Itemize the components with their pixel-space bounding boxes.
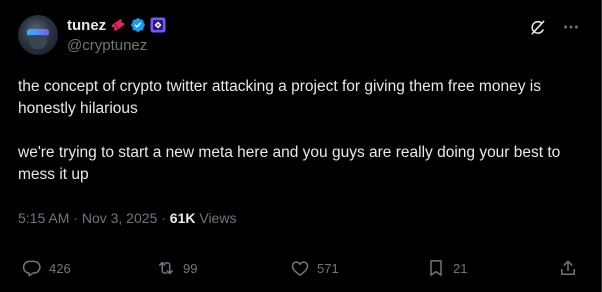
author-handle[interactable]: @cryptunez bbox=[67, 37, 147, 54]
like-count: 571 bbox=[317, 260, 339, 276]
tweet-date[interactable]: Nov 3, 2025 bbox=[82, 210, 158, 226]
affiliate-badge-icon[interactable] bbox=[150, 17, 166, 33]
tweet-text: the concept of crypto twitter attacking … bbox=[18, 76, 584, 186]
heart-icon bbox=[291, 261, 309, 276]
avatar-face bbox=[29, 35, 47, 49]
tweet-paragraph: we're trying to start a new meta here an… bbox=[18, 144, 561, 183]
bookmark-button[interactable]: 21 bbox=[426, 258, 467, 278]
views-count: 61K bbox=[169, 210, 196, 226]
tweet-top-actions bbox=[527, 17, 581, 37]
author-name-row: tunez bbox=[67, 15, 166, 35]
repost-icon bbox=[159, 261, 173, 275]
like-button[interactable]: 571 bbox=[290, 258, 339, 278]
tweet-card: tunez @cryptunez the concept of crypto t… bbox=[0, 0, 602, 292]
bookmark-icon bbox=[430, 260, 442, 276]
author-display-name[interactable]: tunez bbox=[67, 17, 106, 34]
meta-separator: · bbox=[69, 210, 82, 226]
meta-separator: · bbox=[157, 210, 170, 226]
share-button[interactable] bbox=[558, 258, 578, 278]
tweet-time[interactable]: 5:15 AM bbox=[18, 210, 69, 226]
avatar[interactable] bbox=[18, 15, 58, 55]
bookmark-count: 21 bbox=[453, 260, 468, 276]
tweet-actions-bar: 426 99 571 21 bbox=[22, 258, 582, 282]
views-label: Views bbox=[195, 210, 237, 226]
grok-icon[interactable] bbox=[527, 17, 547, 37]
tweet-paragraph: the concept of crypto twitter attacking … bbox=[18, 78, 541, 117]
share-icon bbox=[561, 260, 575, 275]
tweet-meta: 5:15 AM · Nov 3, 2025 · 61K Views bbox=[18, 210, 236, 226]
ticket-icon bbox=[110, 17, 126, 33]
repost-count: 99 bbox=[183, 260, 198, 276]
repost-button[interactable]: 99 bbox=[156, 258, 197, 278]
reply-count: 426 bbox=[49, 260, 71, 276]
verified-badge-icon[interactable] bbox=[130, 17, 146, 33]
reply-icon bbox=[22, 260, 41, 277]
reply-button[interactable]: 426 bbox=[22, 258, 71, 278]
more-icon[interactable] bbox=[561, 17, 581, 37]
